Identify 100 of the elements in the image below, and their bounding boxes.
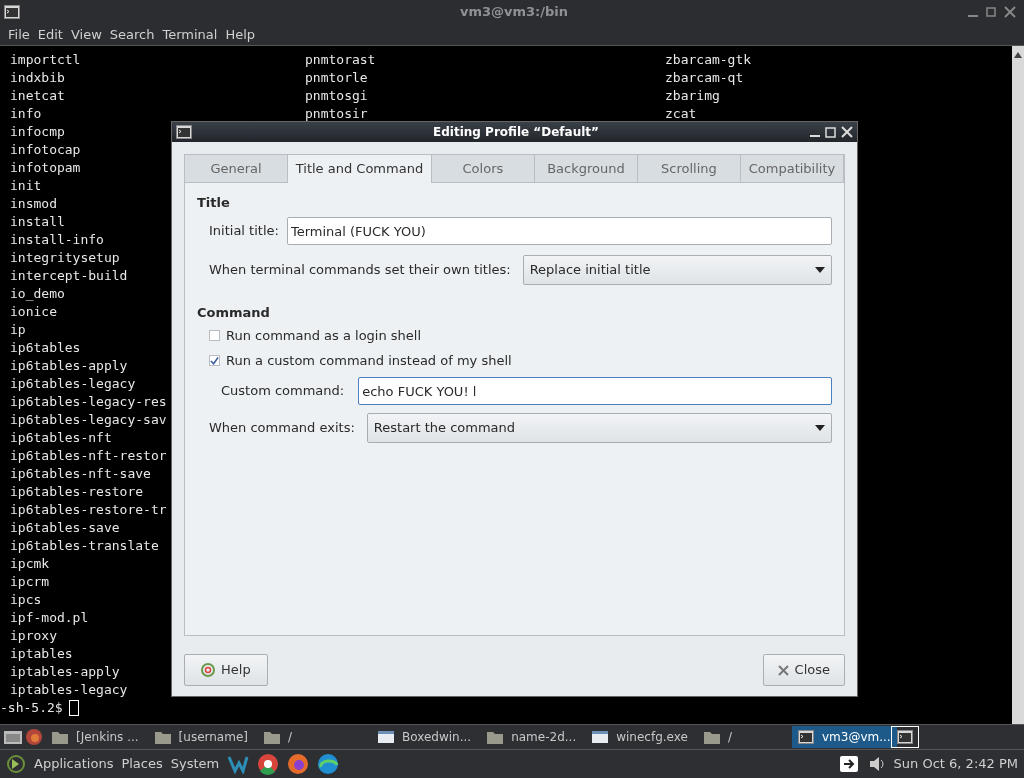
taskbar-item[interactable]: name-2d... [481,726,583,748]
menu-item[interactable]: Search [105,24,159,45]
terminal-text: ip6tables-translate [10,538,159,553]
panel-menu[interactable]: System [170,754,220,774]
initial-title-field[interactable]: Terminal (FUCK YOU) [286,217,832,245]
tab[interactable]: Compatibility [740,155,844,182]
prompt: -sh-5.2$ [0,699,63,717]
terminal-text: importctl [10,52,81,67]
terminal-text: install-info [10,232,104,247]
menu-logo-icon[interactable] [6,754,26,774]
chrome-icon[interactable] [257,753,280,775]
custom-command-field[interactable]: echo FUCK YOU! l [358,377,832,405]
scroll-up-icon[interactable] [1014,52,1022,58]
terminal-icon [176,125,192,139]
taskbar-item[interactable]: Boxedwin... [372,726,478,748]
terminal-text: pnmtorast [305,52,376,67]
terminal-text: insmod [10,196,57,211]
terminal-text: ip6tables [10,340,81,355]
menu-item[interactable]: View [66,24,106,45]
taskbar-item[interactable]: / [697,726,738,748]
window-icon [378,730,394,744]
terminal-text: info [10,106,42,121]
workspace-icon [896,730,913,744]
terminal-text: pnmtosgi [305,88,368,103]
field-label: When terminal commands set their own titles: [209,261,511,280]
field-label: When command exits: [209,419,355,438]
terminal-text: ipcrm [10,574,50,589]
panel-menu[interactable]: Applications [34,754,114,774]
panel-menu[interactable]: Places [121,754,163,774]
checkbox[interactable]: Run command as a login shell [197,323,832,348]
folder-icon [487,730,504,744]
firefox-icon[interactable] [26,729,42,745]
help-icon [201,663,215,677]
taskbar-item[interactable]: / [257,726,298,748]
menu-item[interactable]: File [4,24,34,45]
terminal-text: install [10,214,65,229]
terminal-text: inetcat [10,88,65,103]
dropdown[interactable]: Replace initial title [522,255,832,285]
terminal-text: integritysetup [10,250,120,265]
terminal-text: ipf-mod.pl [10,610,89,625]
terminal-text: infocmp [10,124,65,139]
taskbar-item[interactable]: vm3@vm... [791,726,897,748]
checkbox-box[interactable] [209,355,220,366]
volume-icon[interactable] [867,755,886,773]
desktop-icon[interactable] [4,729,22,745]
terminal-text: ip6tables-nft-restor [10,448,167,463]
workspace-switcher[interactable] [890,726,919,748]
check-icon [210,355,219,366]
taskbar-item[interactable]: [username] [148,726,254,748]
terminal-text: ip [10,322,26,337]
tab[interactable]: Colors [431,155,535,182]
terminal-text: ip6tables-nft-save [10,466,151,481]
terminal-text: pnmtosir [305,106,368,121]
close-icon [777,664,789,676]
scrollbar[interactable] [1012,46,1024,724]
clock[interactable]: Sun Oct 6, 2:42 PM [893,754,1018,774]
terminal-text: ip6tables-restore-tr [10,502,167,517]
window-title: vm3@vm3:/bin [459,3,569,22]
taskbar-item[interactable]: winecfg.exe [586,726,694,748]
terminal-text: ip6tables-legacy-sav [10,412,167,427]
caret-icon [815,267,825,273]
menu-item[interactable]: Terminal [158,24,222,45]
tab[interactable]: Scrolling [637,155,741,182]
menu-item[interactable]: Help [221,24,260,45]
tab[interactable]: Background [534,155,638,182]
caret-icon [815,425,825,431]
terminal-text: ip6tables-nft [10,430,112,445]
terminal-text: init [10,178,42,193]
dropdown[interactable]: Restart the command [366,413,832,443]
menu-item[interactable]: Edit [33,24,67,45]
help-button[interactable]: Help [184,654,268,686]
terminal-text: io_demo [10,286,65,301]
terminal-text: infotocap [10,142,81,157]
terminal-text: infotopam [10,160,81,175]
taskbar-item[interactable]: [Jenkins ... [46,726,145,748]
section-heading: Command [197,304,271,322]
checkbox-box[interactable] [209,330,220,341]
folder-icon [703,730,720,744]
terminal-text: intercept-build [10,268,128,283]
terminal-text: indxbib [10,70,65,85]
tab[interactable]: Title and Command [288,155,432,183]
terminal-text: iptables-apply [10,664,120,679]
edge-icon[interactable] [317,753,340,775]
folder-icon [52,730,68,744]
network-icon[interactable] [837,754,860,774]
close-button[interactable]: Close [762,654,845,686]
terminal-text: ip6tables-restore [10,484,144,499]
folder-icon [263,730,280,744]
terminal-text: ipcs [10,592,42,607]
dialog-title: Editing Profile “Default” [433,124,599,141]
terminal-text: zbarcam-qt [665,70,744,85]
vscode-icon[interactable] [227,754,250,774]
cursor [68,700,79,716]
terminal-icon [797,730,814,744]
terminal-icon [4,5,20,19]
checkbox[interactable]: Run a custom command instead of my shell [197,348,832,373]
firefox-icon[interactable] [287,753,310,775]
section-heading: Title [197,194,231,212]
terminal-text: ip6tables-legacy-res [10,394,167,409]
terminal-text: zbarcam-gtk [665,52,752,67]
